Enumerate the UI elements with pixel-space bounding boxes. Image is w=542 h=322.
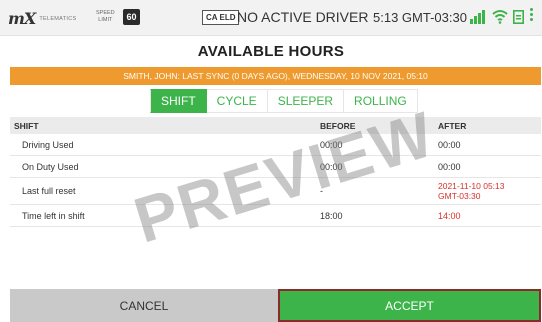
hours-table: SHIFT BEFORE AFTER Driving Used 00:00 00… [10,117,541,227]
tab-shift[interactable]: SHIFT [150,89,207,113]
speed-limit-value: 60 [123,9,140,25]
before-value: - [320,186,323,196]
wifi-icon [492,10,508,24]
speed-limit-label: SPEED LIMIT [96,10,115,24]
speed-label-line2: LIMIT [98,17,113,23]
tab-sleeper[interactable]: SLEEPER [267,89,345,113]
logo-mark: mX [8,9,36,28]
tab-cycle[interactable]: CYCLE [206,89,268,113]
cancel-button[interactable]: CANCEL [10,289,278,322]
driver-status[interactable]: NO ACTIVE DRIVER [237,9,368,25]
sync-banner: SMITH, JOHN: LAST SYNC (0 DAYS AGO), WED… [10,67,541,85]
before-value: 00:00 [320,139,343,150]
signal-icon [470,10,485,24]
overflow-menu-icon[interactable] [530,8,534,26]
sd-card-icon [513,10,524,24]
after-value-line1: 2021-11-10 05:13 [438,181,505,191]
column-header-after: AFTER [438,120,467,131]
speed-label-line1: SPEED [96,10,115,16]
column-header-before: BEFORE [320,120,356,131]
table-row: Last full reset - 2021-11-10 05:13 GMT-0… [10,178,541,205]
row-label: Driving Used [22,139,74,150]
after-value: 14:00 [438,210,461,221]
row-label: Time left in shift [22,210,85,221]
logo-subtitle: TELEMATICS [39,15,77,22]
row-label: On Duty Used [22,161,79,172]
clock: 5:13 GMT-03:30 [373,10,467,25]
row-label: Last full reset [22,186,76,196]
accept-button[interactable]: ACCEPT [278,289,541,322]
tab-bar: SHIFT CYCLE SLEEPER ROLLING [150,89,418,113]
app-logo: mX TELEMATICS [8,9,76,28]
before-value: 00:00 [320,161,343,172]
page-title: AVAILABLE HOURS [197,42,345,60]
column-header-shift: SHIFT [14,120,39,131]
after-value: 00:00 [438,139,461,150]
after-value: 00:00 [438,161,461,172]
table-row: Time left in shift 18:00 14:00 [10,205,541,227]
table-row: On Duty Used 00:00 00:00 [10,156,541,178]
after-value-line2: GMT-03:30 [438,191,481,201]
after-value: 2021-11-10 05:13 GMT-03:30 [438,181,541,201]
table-header: SHIFT BEFORE AFTER [10,117,541,134]
before-value: 18:00 [320,210,343,221]
table-row: Driving Used 00:00 00:00 [10,134,541,156]
tab-rolling[interactable]: ROLLING [344,89,418,113]
eld-badge: CA ELD [202,10,240,25]
status-bar: mX TELEMATICS SPEED LIMIT 60 CA ELD NO A… [0,0,542,36]
